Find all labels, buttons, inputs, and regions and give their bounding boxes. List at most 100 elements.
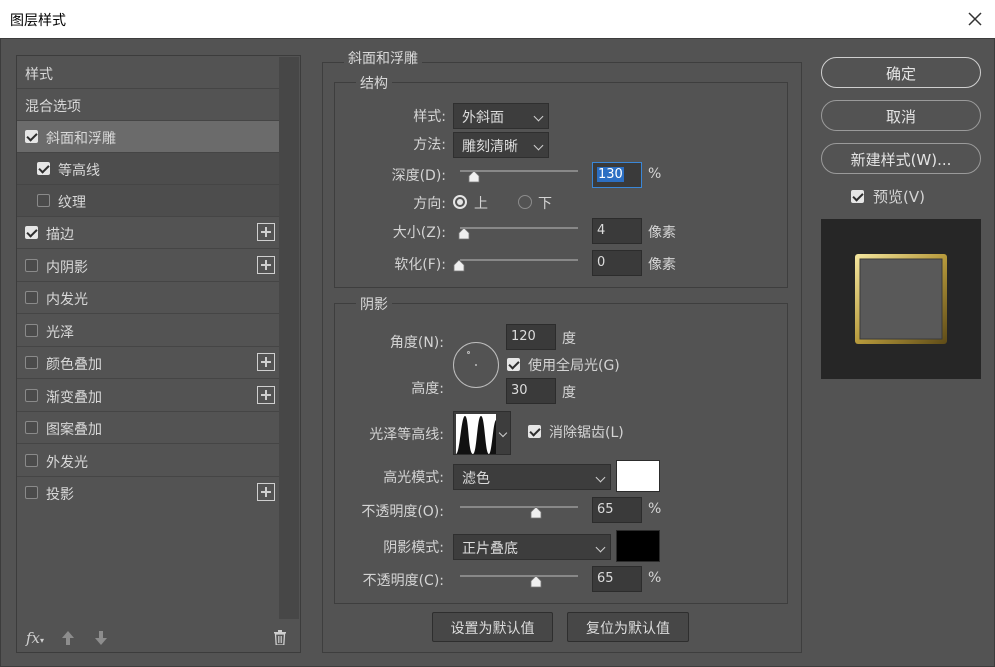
technique-select[interactable]: 雕刻清晰 bbox=[453, 132, 549, 158]
angle-label: 角度(N): bbox=[389, 335, 444, 351]
list-item-label: 外发光 bbox=[46, 455, 88, 471]
checkbox-bevel-emboss[interactable] bbox=[25, 130, 38, 143]
direction-down-radio[interactable] bbox=[518, 195, 532, 209]
soften-input[interactable]: 0 bbox=[592, 250, 642, 276]
list-item-label: 颜色叠加 bbox=[46, 357, 102, 373]
highlight-opacity-slider-track[interactable] bbox=[460, 506, 578, 508]
checkbox-gradient-overlay[interactable] bbox=[25, 389, 38, 402]
list-item-inner-shadow[interactable]: 内阴影 bbox=[17, 250, 279, 282]
highlight-opacity-input[interactable]: 65 bbox=[592, 497, 642, 523]
chevron-down-icon bbox=[595, 542, 606, 553]
list-item-gradient-overlay[interactable]: 渐变叠加 bbox=[17, 380, 279, 412]
direction-up-label: 上 bbox=[474, 196, 488, 212]
list-item-satin[interactable]: 光泽 bbox=[17, 315, 279, 347]
checkbox-drop-shadow[interactable] bbox=[25, 486, 38, 499]
shadow-opacity-slider-thumb[interactable] bbox=[530, 576, 542, 588]
style-preview bbox=[821, 219, 981, 379]
checkbox-inner-shadow[interactable] bbox=[25, 259, 38, 272]
shadow-mode-value: 正片叠底 bbox=[462, 541, 518, 557]
depth-input[interactable]: 130 bbox=[592, 162, 642, 188]
chevron-down-icon bbox=[595, 472, 606, 483]
checkbox-stroke[interactable] bbox=[25, 226, 38, 239]
size-label: 大小(Z): bbox=[392, 225, 446, 241]
highlight-color-swatch[interactable] bbox=[616, 460, 660, 492]
make-default-button[interactable]: 设置为默认值 bbox=[432, 612, 553, 642]
soften-slider-thumb[interactable] bbox=[453, 260, 465, 272]
antialias-checkbox[interactable] bbox=[528, 425, 541, 438]
move-down-icon[interactable] bbox=[94, 630, 108, 646]
checkbox-satin[interactable] bbox=[25, 324, 38, 337]
direction-down-label: 下 bbox=[538, 196, 552, 212]
depth-unit: % bbox=[648, 166, 662, 182]
depth-input-value: 130 bbox=[597, 167, 624, 182]
add-icon[interactable] bbox=[257, 223, 275, 241]
style-list-scrollbar[interactable] bbox=[279, 57, 299, 619]
ok-button[interactable]: 确定 bbox=[821, 57, 981, 88]
checkbox-outer-glow[interactable] bbox=[25, 454, 38, 467]
technique-select-value: 雕刻清晰 bbox=[462, 139, 518, 155]
highlight-opacity-slider-thumb[interactable] bbox=[530, 507, 542, 519]
size-slider-track[interactable] bbox=[460, 227, 578, 229]
list-item-label: 斜面和浮雕 bbox=[46, 131, 116, 147]
list-item-contour[interactable]: 等高线 bbox=[17, 153, 279, 185]
list-item-label: 图案叠加 bbox=[46, 422, 102, 438]
global-light-checkbox[interactable] bbox=[507, 358, 520, 371]
depth-slider-thumb[interactable] bbox=[468, 171, 480, 183]
close-icon[interactable] bbox=[964, 8, 986, 30]
checkbox-pattern-overlay[interactable] bbox=[25, 421, 38, 434]
reset-default-button[interactable]: 复位为默认值 bbox=[567, 612, 689, 642]
style-select[interactable]: 外斜面 bbox=[453, 103, 549, 129]
angle-input[interactable]: 120 bbox=[506, 324, 556, 350]
shadow-mode-select[interactable]: 正片叠底 bbox=[453, 534, 611, 560]
list-item-inner-glow[interactable]: 内发光 bbox=[17, 282, 279, 314]
highlight-mode-select[interactable]: 滤色 bbox=[453, 464, 611, 490]
shadow-opacity-slider-track[interactable] bbox=[460, 575, 578, 577]
list-item-label: 混合选项 bbox=[25, 99, 81, 115]
chevron-down-icon bbox=[533, 111, 544, 122]
angle-dial[interactable] bbox=[453, 342, 499, 388]
new-style-button[interactable]: 新建样式(W)... bbox=[821, 143, 981, 174]
add-icon[interactable] bbox=[257, 386, 275, 404]
list-item-pattern-overlay[interactable]: 图案叠加 bbox=[17, 412, 279, 444]
checkbox-contour[interactable] bbox=[37, 162, 50, 175]
add-icon[interactable] bbox=[257, 353, 275, 371]
altitude-input[interactable]: 30 bbox=[506, 378, 556, 404]
checkbox-texture[interactable] bbox=[37, 194, 50, 207]
angle-dial-knob bbox=[467, 351, 470, 354]
list-item-outer-glow[interactable]: 外发光 bbox=[17, 445, 279, 477]
cancel-button[interactable]: 取消 bbox=[821, 100, 981, 131]
altitude-label: 高度: bbox=[411, 381, 444, 397]
list-item-blending-options[interactable]: 混合选项 bbox=[17, 89, 279, 121]
angle-dial-center bbox=[475, 364, 477, 366]
contour-preview-icon bbox=[456, 414, 496, 454]
soften-slider-track[interactable] bbox=[460, 259, 578, 261]
add-icon[interactable] bbox=[257, 483, 275, 501]
move-up-icon[interactable] bbox=[61, 630, 75, 646]
list-item-bevel-emboss[interactable]: 斜面和浮雕 bbox=[17, 121, 279, 153]
list-item-label: 描边 bbox=[46, 227, 74, 243]
gloss-contour-picker[interactable] bbox=[453, 411, 511, 455]
shadow-color-swatch[interactable] bbox=[616, 530, 660, 562]
shadow-opacity-input[interactable]: 65 bbox=[592, 566, 642, 592]
fx-menu-button[interactable]: fx▾ bbox=[26, 629, 44, 647]
size-slider-thumb[interactable] bbox=[458, 228, 470, 240]
section-title: 斜面和浮雕 bbox=[344, 48, 422, 68]
preview-checkbox[interactable] bbox=[851, 190, 864, 203]
direction-up-radio[interactable] bbox=[453, 195, 467, 209]
style-label: 样式: bbox=[413, 109, 446, 125]
list-item-color-overlay[interactable]: 颜色叠加 bbox=[17, 347, 279, 379]
add-icon[interactable] bbox=[257, 256, 275, 274]
shadow-mode-label: 阴影模式: bbox=[383, 540, 444, 556]
style-select-value: 外斜面 bbox=[462, 110, 504, 126]
checkbox-inner-glow[interactable] bbox=[25, 291, 38, 304]
size-input[interactable]: 4 bbox=[592, 218, 642, 244]
list-item-drop-shadow[interactable]: 投影 bbox=[17, 477, 279, 509]
list-item-label: 光泽 bbox=[46, 325, 74, 341]
trash-icon[interactable] bbox=[273, 630, 287, 645]
list-item-stroke[interactable]: 描边 bbox=[17, 217, 279, 249]
checkbox-color-overlay[interactable] bbox=[25, 356, 38, 369]
structure-title: 结构 bbox=[356, 73, 392, 93]
list-item-texture[interactable]: 纹理 bbox=[17, 185, 279, 217]
list-item-styles[interactable]: 样式 bbox=[17, 57, 279, 89]
list-item-label: 内阴影 bbox=[46, 260, 88, 276]
